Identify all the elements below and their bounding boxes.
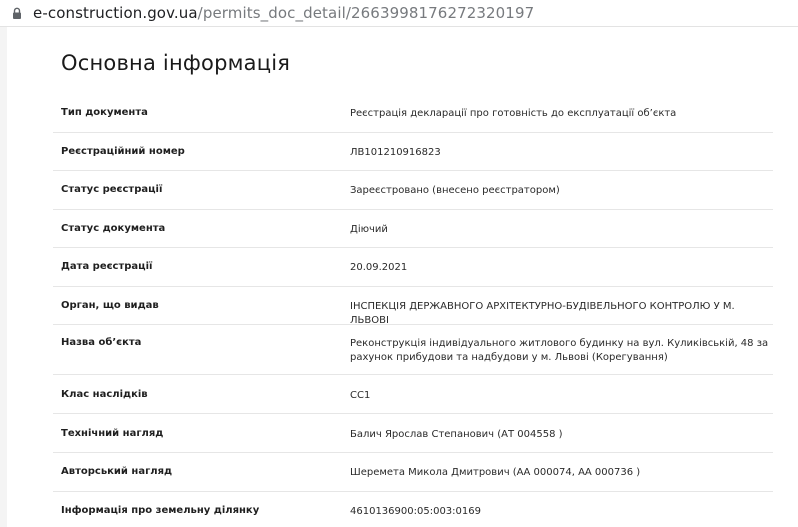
row-label: Тип документа [61, 107, 148, 118]
row-label: Статус реєстрації [61, 184, 163, 195]
url-host: e-construction.gov.ua [33, 4, 198, 22]
row-value: Діючий [350, 224, 388, 235]
address-bar[interactable]: e-construction.gov.ua/permits_doc_detail… [0, 0, 798, 27]
url-path: /permits_doc_detail/2663998176272320197 [197, 4, 535, 22]
row-value: Реконструкція індивідуального житлового … [350, 338, 769, 363]
row-label: Клас наслідків [61, 389, 148, 400]
info-row-document-status: Статус документа Діючий [53, 210, 773, 248]
row-label: Інформація про земельну ділянку [61, 505, 260, 516]
row-label: Орган, що видав [61, 300, 159, 311]
row-label: Технічний нагляд [61, 428, 164, 439]
row-value: Зареєстровано (внесено реєстратором) [350, 185, 560, 196]
row-value: 4610136900:05:003:0169 [350, 506, 481, 517]
row-value: 20.09.2021 [350, 262, 408, 273]
info-row-land-plot: Інформація про земельну ділянку 46101369… [53, 492, 773, 527]
info-row-consequence-class: Клас наслідків СС1 [53, 375, 773, 414]
info-row-technical-supervision: Технічний нагляд Балич Ярослав Степанови… [53, 414, 773, 453]
row-value: ІНСПЕКЦІЯ ДЕРЖАВНОГО АРХІТЕКТУРНО-БУДІВЕ… [350, 301, 735, 326]
section-title: Основна інформація [61, 51, 291, 75]
page-background: Основна інформація Тип документа Реєстра… [0, 27, 798, 527]
row-value: СС1 [350, 390, 371, 401]
info-row-document-type: Тип документа Реєстрація декларації про … [53, 94, 773, 133]
info-row-registration-date: Дата реєстрації 20.09.2021 [53, 248, 773, 287]
row-value: Шеремета Микола Дмитрович (АА 000074, АА… [350, 467, 641, 478]
info-row-registration-number: Реєстраційний номер ЛВ101210916823 [53, 133, 773, 171]
info-row-author-supervision: Авторський нагляд Шеремета Микола Дмитро… [53, 453, 773, 492]
row-label: Авторський нагляд [61, 466, 173, 477]
row-label: Назва об’єкта [61, 337, 142, 348]
info-row-object-name: Назва об’єкта Реконструкція індивідуальн… [53, 325, 773, 375]
info-row-issuing-authority: Орган, що видав ІНСПЕКЦІЯ ДЕРЖАВНОГО АРХ… [53, 287, 773, 326]
info-card: Основна інформація Тип документа Реєстра… [7, 27, 798, 527]
row-label: Статус документа [61, 223, 166, 234]
url-text[interactable]: e-construction.gov.ua/permits_doc_detail… [33, 4, 534, 22]
info-table: Тип документа Реєстрація декларації про … [53, 94, 773, 527]
row-value: Балич Ярослав Степанович (АТ 004558 ) [350, 429, 563, 440]
info-row-registration-status: Статус реєстрації Зареєстровано (внесено… [53, 171, 773, 210]
row-label: Реєстраційний номер [61, 146, 185, 157]
row-value: ЛВ101210916823 [350, 147, 441, 158]
row-value: Реєстрація декларації про готовність до … [350, 108, 677, 119]
row-label: Дата реєстрації [61, 261, 153, 272]
lock-icon[interactable] [10, 6, 24, 20]
